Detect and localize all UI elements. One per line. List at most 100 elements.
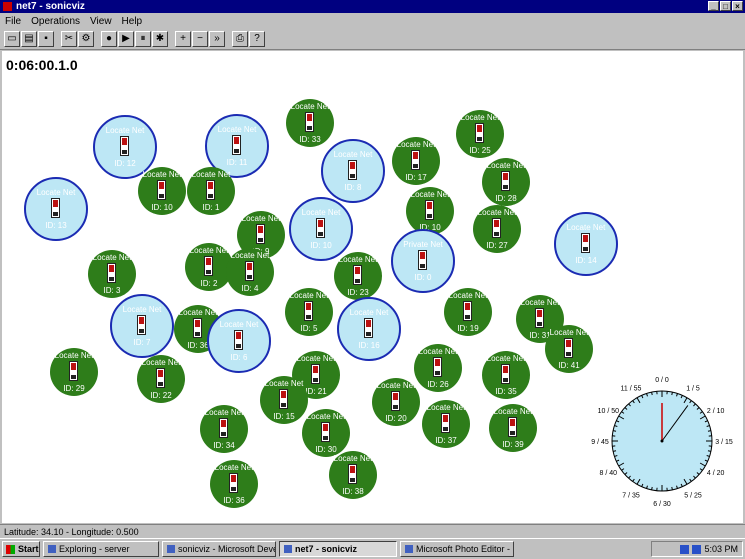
network-node[interactable]: Locate NetID: 33 [286, 99, 334, 147]
node-network-label: Locate Net [179, 308, 218, 317]
clock-label: 11 / 55 [621, 385, 642, 392]
network-node[interactable]: Locate NetID: 13 [32, 185, 80, 233]
network-node[interactable]: Locate NetID: 4 [226, 248, 274, 296]
network-node[interactable]: Locate Net ID: 37 [422, 400, 470, 448]
save-button[interactable]: ▪ [38, 31, 54, 47]
network-node[interactable]: Locate NetID: 10 [297, 205, 345, 253]
node-network-label: Locate Net [521, 298, 560, 307]
network-node[interactable]: Locate NetID: 20 [372, 378, 420, 426]
network-node[interactable]: Locate NetID: 27 [473, 205, 521, 253]
network-node[interactable]: Locate NetID: 19 [444, 288, 492, 336]
phone-icon [353, 265, 362, 285]
task-label: Exploring - server [59, 542, 130, 556]
network-canvas[interactable]: 0:06:00.1.0 0 / 01 / 52 / 103 / 154 / 20… [2, 51, 743, 523]
node-network-label: Locate Net [419, 347, 458, 356]
network-node[interactable]: Locate NetID: 10 [138, 167, 186, 215]
node-id-label: ID: 5 [301, 324, 318, 333]
network-node[interactable]: Locate NetID: 1 [187, 167, 235, 215]
node-network-label: Locate Net [449, 291, 488, 300]
menu-view[interactable]: View [85, 16, 117, 27]
network-node[interactable]: Locate NetID: 3 [88, 250, 136, 298]
network-node[interactable]: Locate NetID: 16 [345, 305, 393, 353]
tool-a-button[interactable]: ✂ [61, 31, 77, 47]
network-node[interactable]: Locate NetID: 23 [334, 252, 382, 300]
network-node[interactable]: Locate NetID: 38 [329, 451, 377, 499]
network-node[interactable]: Locate NetID: 10 [406, 187, 454, 235]
node-network-label: Locate Net [231, 251, 270, 260]
tool-b-button[interactable]: ⚙ [78, 31, 94, 47]
phone-icon [156, 368, 165, 388]
network-node[interactable]: Locate NetID: 41 [545, 325, 593, 373]
fast-forward-button[interactable]: » [209, 31, 225, 47]
print-button[interactable]: ⎙ [232, 31, 248, 47]
network-node[interactable]: Locate NetID: 36 [210, 460, 258, 508]
network-node[interactable]: Locate NetID: 17 [392, 137, 440, 185]
clock-label: 1 / 5 [686, 385, 700, 392]
clock-label: 0 / 0 [655, 377, 669, 384]
app-icon[interactable] [3, 2, 12, 11]
phone-icon [564, 338, 573, 358]
network-node[interactable]: Locate NetID: 7 [118, 302, 166, 350]
network-node[interactable]: Locate NetID: 35 [482, 351, 530, 399]
task-label: net7 - sonicviz [295, 542, 357, 556]
network-node[interactable]: Locate NetID: 30 [302, 409, 350, 457]
open-button[interactable]: ▤ [21, 31, 37, 47]
node-network-label: Locate Net [265, 379, 304, 388]
node-id-label: ID: 37 [435, 436, 456, 445]
node-network-label: Locate Net [494, 407, 533, 416]
network-node[interactable]: Locate NetID: 39 [489, 404, 537, 452]
network-node[interactable]: Locate NetID: 29 [50, 348, 98, 396]
phone-icon [535, 308, 544, 328]
node-id-label: ID: 11 [227, 158, 248, 167]
menu-operations[interactable]: Operations [26, 16, 85, 27]
minimize-button[interactable]: _ [708, 1, 719, 11]
network-node[interactable]: Locate NetID: 6 [215, 317, 263, 365]
phone-icon [120, 136, 129, 156]
phone-icon [245, 261, 254, 281]
record-button[interactable]: ● [101, 31, 117, 47]
network-node[interactable]: Locate NetID: 5 [285, 288, 333, 336]
node-id-label: ID: 34 [213, 441, 234, 450]
taskbar-task[interactable]: sonicviz - Microsoft Devel... [162, 541, 276, 557]
menu-file[interactable]: File [0, 16, 26, 27]
phone-icon [411, 150, 420, 170]
network-node[interactable]: Locate NetID: 8 [329, 147, 377, 195]
play-button[interactable]: ▶ [118, 31, 134, 47]
start-button[interactable]: Start [2, 541, 40, 557]
network-node[interactable]: Locate NetID: 15 [260, 376, 308, 424]
clock-label: 2 / 10 [707, 408, 725, 415]
pause-button[interactable]: ⏸ [135, 31, 151, 47]
network-node[interactable]: Private NetID: 0 [399, 237, 447, 285]
menu-help[interactable]: Help [117, 16, 148, 27]
zoom-in-button[interactable]: + [175, 31, 191, 47]
network-node[interactable]: Locate NetID: 11 [213, 122, 261, 170]
node-network-label: Locate Net [461, 113, 500, 122]
node-id-label: ID: 35 [495, 387, 516, 396]
network-node[interactable]: Locate NetID: 14 [562, 220, 610, 268]
node-id-label: ID: 38 [342, 487, 363, 496]
network-node[interactable]: Locate NetID: 28 [482, 158, 530, 206]
node-network-label: Locate Net [350, 308, 389, 317]
taskbar-task[interactable]: Exploring - server [43, 541, 159, 557]
network-node[interactable]: Locate NetID: 26 [414, 344, 462, 392]
zoom-out-button[interactable]: − [192, 31, 208, 47]
tray-network-icon[interactable] [680, 545, 689, 554]
node-network-label: Locate Net [242, 214, 281, 223]
tray-volume-icon[interactable] [692, 545, 701, 554]
debug-button[interactable]: ✱ [152, 31, 168, 47]
help-button[interactable]: ? [249, 31, 265, 47]
node-network-label: Locate Net [427, 403, 466, 412]
node-id-label: ID: 10 [310, 241, 331, 250]
new-button[interactable]: ▭ [4, 31, 20, 47]
network-node[interactable]: Locate NetID: 25 [456, 110, 504, 158]
node-id-label: ID: 1 [203, 203, 220, 212]
close-button[interactable]: × [732, 1, 743, 11]
maximize-button[interactable]: □ [720, 1, 731, 11]
network-node[interactable]: Locate NetID: 22 [137, 355, 185, 403]
taskbar-task[interactable]: net7 - sonicviz [279, 541, 397, 557]
node-id-label: ID: 28 [495, 194, 516, 203]
network-node[interactable]: Locate NetID: 34 [200, 405, 248, 453]
network-node[interactable]: Locate NetID: 12 [101, 123, 149, 171]
node-network-label: Locate Net [106, 126, 145, 135]
taskbar-task[interactable]: Microsoft Photo Editor - [s... [400, 541, 514, 557]
